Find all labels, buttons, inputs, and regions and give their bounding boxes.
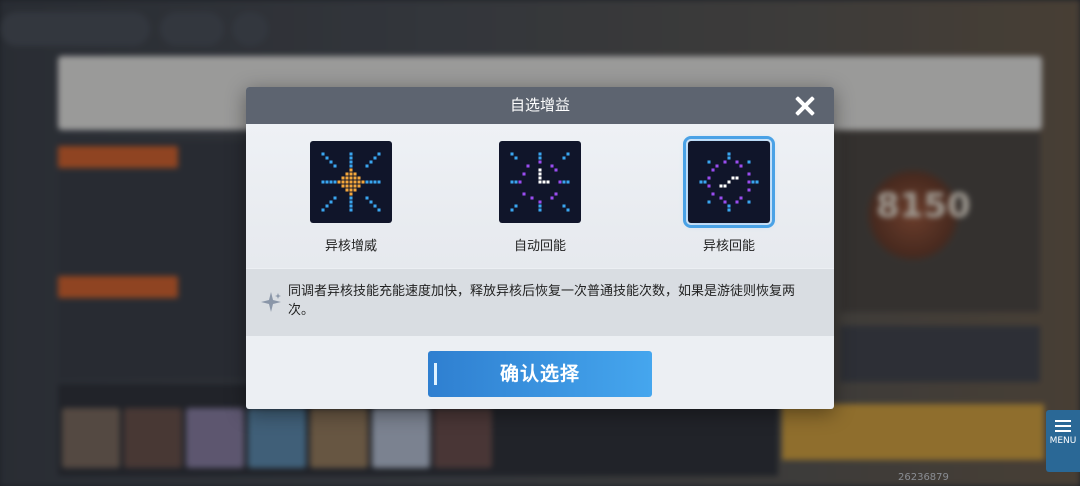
option-card-2[interactable]: 异核回能 (683, 136, 775, 254)
option-label: 自动回能 (513, 239, 566, 254)
option-card-1[interactable]: 自动回能 (499, 141, 581, 254)
confirm-button[interactable]: 确认选择 (428, 351, 652, 397)
gauge-gear-icon (683, 136, 775, 228)
option-list: 异核增威 自动回能 异核回能 (246, 124, 834, 268)
option-label: 异核回能 (702, 239, 755, 254)
description-panel: 同调者异核技能充能速度加快，释放异核后恢复一次普通技能次数，如果是游徒则恢复两次… (246, 269, 834, 336)
clock-gear-icon (499, 141, 581, 223)
confirm-label: 确认选择 (499, 363, 580, 385)
menu-label: MENU (1049, 436, 1077, 446)
close-icon[interactable] (794, 95, 816, 117)
dialog-title: 自选增益 (509, 96, 570, 114)
user-id: 26236879 (898, 472, 949, 483)
option-card-0[interactable]: 异核增威 (310, 141, 392, 254)
menu-button[interactable]: MENU (1046, 410, 1080, 472)
hamburger-icon (1055, 420, 1071, 432)
sparkle-icon (261, 292, 281, 312)
dialog-header: 自选增益 (246, 87, 834, 124)
buff-select-dialog: 自选增益 异核增威 自动回能 异核回能 同调者异核技能充能速度加快，释放异核后恢… (246, 87, 834, 409)
gold-gear-snowflake-icon (310, 141, 392, 223)
description-text: 同调者异核技能充能速度加快，释放异核后恢复一次普通技能次数，如果是游徒则恢复两次… (288, 284, 796, 318)
option-label: 异核增威 (324, 239, 377, 254)
